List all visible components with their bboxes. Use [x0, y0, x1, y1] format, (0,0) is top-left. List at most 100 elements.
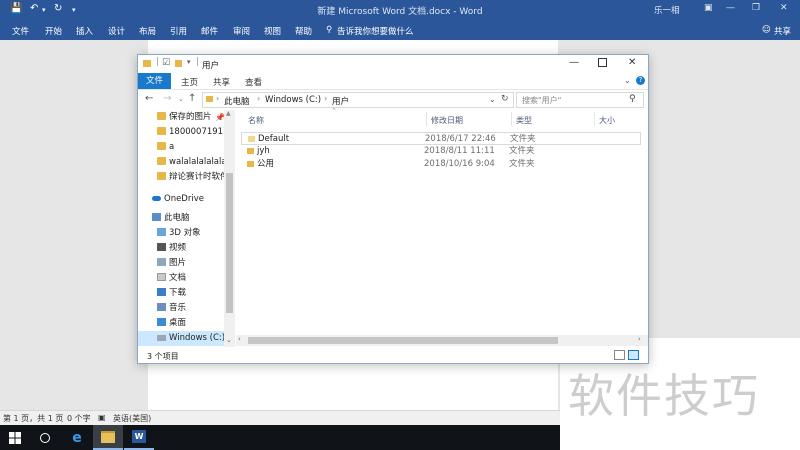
large-icons-view-icon[interactable]: [628, 350, 639, 360]
breadcrumb-this-pc[interactable]: 此电脑: [224, 95, 250, 107]
tab-layout[interactable]: 布局: [139, 25, 156, 37]
word-count[interactable]: 0 个字: [67, 413, 91, 424]
customize-qat-icon[interactable]: ▾: [187, 58, 191, 66]
nav-item-downloads[interactable]: 下载: [157, 286, 186, 301]
search-circle-icon[interactable]: [30, 425, 60, 450]
proofing-icon[interactable]: ▣: [98, 413, 106, 422]
scroll-up-icon[interactable]: ▲: [226, 110, 231, 117]
scroll-left-icon[interactable]: ‹: [238, 335, 241, 343]
word-window-title: 新建 Microsoft Word 文档.docx - Word: [317, 7, 483, 17]
column-divider[interactable]: [511, 112, 512, 126]
address-bar[interactable]: › 此电脑 › Windows (C:) › 用户 ⌄ ↻: [202, 92, 514, 108]
redo-icon[interactable]: ↻: [54, 3, 62, 14]
nav-item-pictures[interactable]: 图片: [157, 256, 186, 271]
close-icon[interactable]: ✕: [628, 57, 636, 68]
navigation-pane: 保存的图片 📌 1800007191 a walalalalalalala 辩论…: [138, 110, 235, 347]
item-count: 3 个项目: [147, 352, 179, 361]
word-taskbar-icon[interactable]: W: [124, 425, 154, 450]
nav-item-saved-pictures[interactable]: 保存的图片 📌: [157, 110, 225, 125]
nav-item-walalalalalalala[interactable]: walalalalalalala: [157, 155, 224, 170]
customize-qat-icon[interactable]: ▾: [72, 6, 76, 14]
explorer-titlebar[interactable]: | ☑ ▾ | 用户 — ✕: [138, 55, 648, 73]
file-date: 2018/8/11 11:11: [424, 146, 495, 156]
tab-mailings[interactable]: 邮件: [201, 25, 218, 37]
refresh-icon[interactable]: ↻: [501, 94, 509, 104]
forward-arrow-icon[interactable]: →: [163, 93, 171, 104]
new-folder-icon[interactable]: [175, 60, 182, 67]
explorer-statusbar: 3 个项目: [138, 347, 648, 363]
nav-item-this-pc[interactable]: 此电脑: [152, 211, 190, 226]
undo-icon[interactable]: ↶: [30, 3, 38, 14]
scroll-down-icon[interactable]: ⌄: [226, 336, 232, 344]
column-header-name[interactable]: 名称: [248, 115, 264, 126]
column-divider[interactable]: [594, 112, 595, 126]
breadcrumb-users[interactable]: 用户: [332, 95, 349, 107]
search-input[interactable]: 搜索"用户": [522, 95, 561, 106]
maximize-icon[interactable]: ❐: [752, 3, 760, 13]
back-arrow-icon[interactable]: ←: [145, 93, 153, 104]
properties-icon[interactable]: ☑: [162, 58, 170, 68]
recent-locations-icon[interactable]: ⌄: [178, 95, 184, 103]
documents-icon: [157, 273, 166, 281]
column-divider[interactable]: [426, 112, 427, 126]
maximize-icon[interactable]: [598, 58, 607, 67]
language-status[interactable]: 英语(美国): [113, 413, 151, 424]
details-view-icon[interactable]: [614, 350, 625, 360]
edge-icon[interactable]: e: [62, 425, 92, 450]
tab-insert[interactable]: 插入: [76, 25, 93, 37]
tab-references[interactable]: 引用: [170, 25, 187, 37]
tab-file[interactable]: 文件: [12, 25, 29, 37]
nav-item-3d-objects[interactable]: 3D 对象: [157, 226, 201, 241]
expand-ribbon-icon[interactable]: ⌄: [624, 76, 631, 85]
nav-item-windows-c[interactable]: Windows (C:): [138, 331, 225, 346]
nav-item-a[interactable]: a: [157, 140, 174, 155]
up-arrow-icon[interactable]: ↑: [188, 93, 196, 104]
breadcrumb-windows-c[interactable]: Windows (C:): [265, 95, 321, 105]
minimize-icon[interactable]: —: [569, 57, 579, 68]
nav-item-videos[interactable]: 视频: [157, 241, 186, 256]
nav-item-desktop[interactable]: 桌面: [157, 316, 186, 331]
onedrive-icon: [152, 196, 161, 201]
folder-icon: [157, 172, 166, 180]
search-icon[interactable]: ⚲: [629, 94, 636, 104]
close-icon[interactable]: ✕: [780, 3, 788, 13]
share-button[interactable]: 共享: [774, 25, 791, 37]
address-dropdown-icon[interactable]: ⌄: [489, 95, 496, 104]
scroll-right-icon[interactable]: ›: [638, 335, 641, 343]
column-header-date[interactable]: 修改日期: [431, 115, 463, 126]
nav-item-1800007191[interactable]: 1800007191: [157, 125, 223, 140]
column-header-type[interactable]: 类型: [516, 115, 532, 126]
nav-item-debate-timer[interactable]: 辩论赛计时软件: [157, 170, 224, 185]
signed-in-user[interactable]: 乐一相: [654, 4, 680, 16]
nav-item-onedrive[interactable]: OneDrive: [152, 192, 204, 207]
horizontal-scrollbar-thumb[interactable]: [248, 337, 558, 344]
tell-me-box[interactable]: 告诉我你想要做什么: [337, 25, 414, 37]
tab-help[interactable]: 帮助: [295, 25, 312, 37]
tab-view[interactable]: 视图: [264, 25, 281, 37]
table-row[interactable]: jyh 2018/8/11 11:11 文件夹: [241, 145, 641, 158]
minimize-icon[interactable]: —: [726, 3, 735, 13]
table-row[interactable]: 公用 2018/10/16 9:04 文件夹: [241, 158, 641, 171]
nav-item-documents[interactable]: 文档: [157, 271, 186, 286]
undo-dropdown-icon[interactable]: ▾: [42, 6, 46, 14]
start-button[interactable]: [0, 425, 30, 450]
nav-item-music[interactable]: 音乐: [157, 301, 186, 316]
tab-design[interactable]: 设计: [108, 25, 125, 37]
help-icon[interactable]: ?: [636, 76, 645, 85]
file-explorer-window[interactable]: | ☑ ▾ | 用户 — ✕ 文件 主页 共享 查看 ⌄ ? ← → ⌄ ↑ ›…: [137, 54, 649, 364]
save-icon[interactable]: 💾: [10, 3, 22, 14]
table-row[interactable]: Default 2018/6/17 22:46 文件夹: [241, 132, 641, 145]
page-count[interactable]: 第 1 页，共 1 页: [3, 413, 63, 424]
tab-review[interactable]: 审阅: [233, 25, 250, 37]
folder-icon: [157, 112, 166, 120]
file-explorer-taskbar-icon[interactable]: [93, 425, 123, 450]
ribbon-display-options-icon[interactable]: ▣: [704, 3, 713, 13]
tab-view[interactable]: 查看: [245, 76, 262, 88]
nav-scrollbar-thumb[interactable]: [226, 173, 233, 313]
tab-home[interactable]: 开始: [45, 25, 62, 37]
tab-share[interactable]: 共享: [213, 76, 230, 88]
tab-home[interactable]: 主页: [181, 76, 198, 88]
tab-file[interactable]: 文件: [138, 73, 171, 89]
search-box[interactable]: 搜索"用户" ⚲: [516, 92, 644, 108]
column-header-size[interactable]: 大小: [599, 115, 615, 126]
